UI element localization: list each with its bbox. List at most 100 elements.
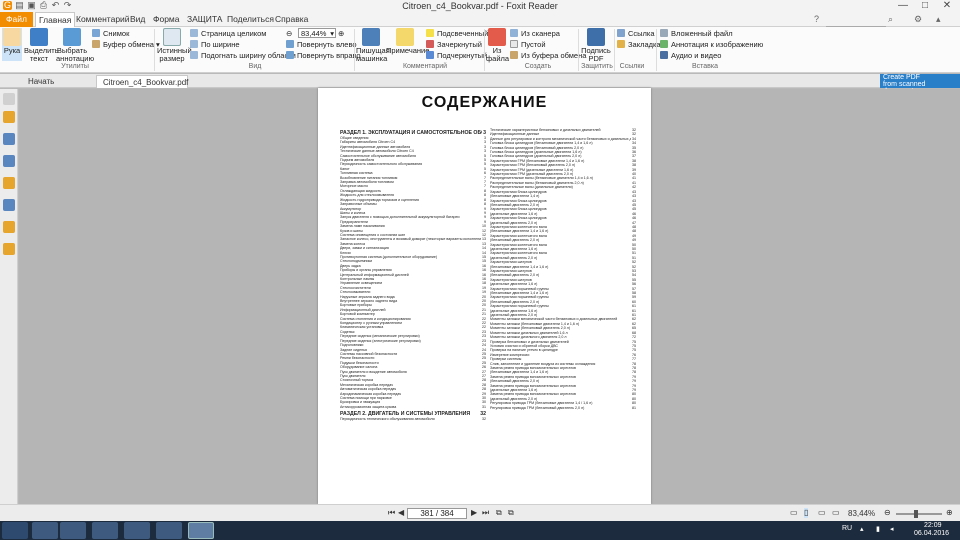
actual-size-button[interactable]: Истинный размер: [157, 28, 192, 63]
tab-form[interactable]: Форма: [150, 12, 183, 27]
toc-entry-title: Проверки системы: [490, 357, 522, 362]
strikeout-button[interactable]: Зачеркнутый: [426, 40, 482, 49]
clock-date[interactable]: 06.04.2016: [914, 530, 949, 537]
toc-entry-page: 81: [631, 405, 636, 410]
last-page-icon[interactable]: ⏭: [482, 508, 489, 518]
search-icon[interactable]: ⌕: [888, 14, 893, 25]
zoom-slider-thumb[interactable]: [914, 510, 918, 518]
taskbar-folder-icon[interactable]: [60, 522, 86, 539]
language-indicator[interactable]: RU: [842, 525, 852, 532]
prev-page-icon[interactable]: ◀: [398, 508, 404, 518]
zoom-in-icon[interactable]: ⊕: [946, 508, 953, 518]
fit-page-button[interactable]: Страница целиком: [190, 29, 266, 38]
page-number-input[interactable]: 381 / 384: [407, 508, 467, 519]
tab-document[interactable]: Citroen_c4_Bookvar.pdf×: [96, 75, 188, 100]
previous-view-icon[interactable]: ⧉: [496, 508, 502, 518]
create-pdf-banner[interactable]: Create PDF from scanned documents: [880, 74, 960, 95]
pages-panel-icon[interactable]: [3, 133, 15, 145]
tray-volume-icon[interactable]: ◂: [890, 525, 894, 533]
continuous-facing-icon[interactable]: ▭: [832, 508, 840, 518]
attach-file-button[interactable]: Вложенный файл: [660, 29, 733, 38]
comments-panel-icon[interactable]: [3, 177, 15, 189]
first-page-icon[interactable]: ⏮: [388, 508, 395, 518]
rotate-right-button[interactable]: Повернуть вправо: [286, 51, 361, 60]
minimize-button[interactable]: —: [892, 0, 914, 12]
audio-video-button[interactable]: Аудио и видео: [660, 51, 721, 60]
maximize-button[interactable]: □: [914, 0, 936, 12]
toc-entry-title: Климатическая установка: [340, 325, 384, 330]
highlight-button[interactable]: Подсвеченный: [426, 29, 488, 38]
ribbon-divider: [656, 29, 657, 71]
layers-panel-icon[interactable]: [3, 155, 15, 167]
collapse-panel-icon[interactable]: [3, 93, 15, 105]
bookmarks-panel-icon[interactable]: [3, 111, 15, 123]
tab-file[interactable]: Файл: [0, 12, 33, 27]
hand-tool-button[interactable]: Рука: [2, 28, 22, 61]
snapshot-button[interactable]: Снимок: [92, 29, 129, 38]
continuous-icon[interactable]: ▯: [804, 508, 809, 518]
select-annotation-button[interactable]: Выбрать аннотацию: [56, 28, 94, 63]
attachments-panel-icon[interactable]: [3, 199, 15, 211]
tab-home[interactable]: Главная: [35, 12, 76, 28]
image-annotation-button[interactable]: Аннотация к изображению: [660, 40, 763, 49]
underline-button[interactable]: Подчеркнутый: [426, 51, 487, 60]
help-icon[interactable]: ?: [814, 14, 819, 24]
toc-entry[interactable]: Антикоррозионная защита кузова 31: [340, 404, 486, 410]
zoom-in-icon[interactable]: ⊕: [338, 29, 344, 38]
select-text-button[interactable]: Выделить текст: [24, 28, 59, 63]
toc-entry-title: Характеристики ГРМ (бензиновые двигатели…: [490, 158, 585, 163]
signatures-panel-icon[interactable]: [3, 243, 15, 255]
highlight-icon: [426, 29, 434, 37]
taskbar-ie-icon[interactable]: [32, 522, 58, 539]
zoom-out-icon[interactable]: ⊖: [286, 29, 292, 38]
from-scanner-button[interactable]: Из сканера: [510, 29, 560, 38]
tab-help[interactable]: Справка: [272, 12, 311, 27]
clock-time[interactable]: 22:09: [924, 522, 942, 529]
bookmark-button[interactable]: Закладка: [617, 40, 661, 49]
facing-icon[interactable]: ▭: [818, 508, 826, 518]
sign-pdf-button[interactable]: Подпись PDF: [581, 28, 611, 63]
tab-protect[interactable]: ЗАЩИТА: [184, 12, 225, 27]
tab-comment[interactable]: Комментарий: [73, 12, 133, 27]
zoom-slider[interactable]: [896, 510, 942, 518]
toc-entry[interactable]: Регулировка привода ГРМ (бензиновый двиг…: [490, 405, 636, 410]
fit-visible-button[interactable]: Подогнать ширину области: [190, 51, 296, 60]
toc-entry-title: Головка блока цилиндров (дизельный двига…: [490, 154, 582, 159]
typewriter-button[interactable]: Пишущая машинка: [356, 28, 390, 63]
rotate-left-button[interactable]: Повернуть влево: [286, 40, 357, 49]
toc-entry-title: Аккумулятор: [340, 206, 362, 211]
tray-arrow-icon[interactable]: ▴: [860, 525, 864, 533]
close-button[interactable]: ✕: [936, 0, 958, 12]
toc-left-column: РАЗДЕЛ 1. ЭКСПЛУАТАЦИЯ И САМОСТОЯТЕЛЬНОЕ…: [340, 128, 486, 422]
blank-button[interactable]: Пустой: [510, 40, 546, 49]
toc-entry-title: (дизельные двигатели 1,6 л): [490, 308, 538, 313]
zoom-level: 83,44%: [848, 509, 876, 518]
security-panel-icon[interactable]: [3, 221, 15, 233]
tray-network-icon[interactable]: ▮: [876, 525, 880, 533]
taskbar-chrome-icon[interactable]: [92, 522, 118, 539]
clipboard-button[interactable]: Буфер обмена ▾: [92, 40, 160, 49]
fit-width-button[interactable]: По ширине: [190, 40, 240, 49]
tab-share[interactable]: Поделиться: [224, 12, 277, 27]
taskbar-paint-icon[interactable]: [156, 522, 182, 539]
start-button[interactable]: [2, 522, 28, 539]
next-view-icon[interactable]: ⧉: [508, 508, 514, 518]
taskbar-media-icon[interactable]: [124, 522, 150, 539]
from-file-label: Из файла: [486, 46, 510, 63]
tab-start[interactable]: Начать: [22, 75, 90, 88]
taskbar-foxit-icon[interactable]: [188, 522, 214, 539]
tab-view[interactable]: Вид: [127, 12, 148, 27]
ribbon-minimize-icon[interactable]: ▴: [936, 14, 941, 25]
from-clipboard-button[interactable]: Из буфера обмена: [510, 51, 586, 60]
toc-entry-title: Характеристики блока цилиндров: [490, 189, 547, 194]
toc-entry[interactable]: Периодичность технического обслуживания …: [340, 417, 486, 422]
from-file-button[interactable]: Из файла: [486, 28, 510, 63]
link-button[interactable]: Ссылка: [617, 29, 655, 38]
single-page-icon[interactable]: ▭: [790, 508, 798, 518]
zoom-select[interactable]: 83,44% ▾: [298, 28, 336, 38]
note-button[interactable]: Примечание: [386, 28, 429, 55]
next-page-icon[interactable]: ▶: [471, 508, 477, 518]
annotation-cursor-icon: [63, 28, 81, 46]
zoom-out-icon[interactable]: ⊖: [884, 508, 891, 518]
settings-icon[interactable]: ⚙: [914, 14, 922, 25]
